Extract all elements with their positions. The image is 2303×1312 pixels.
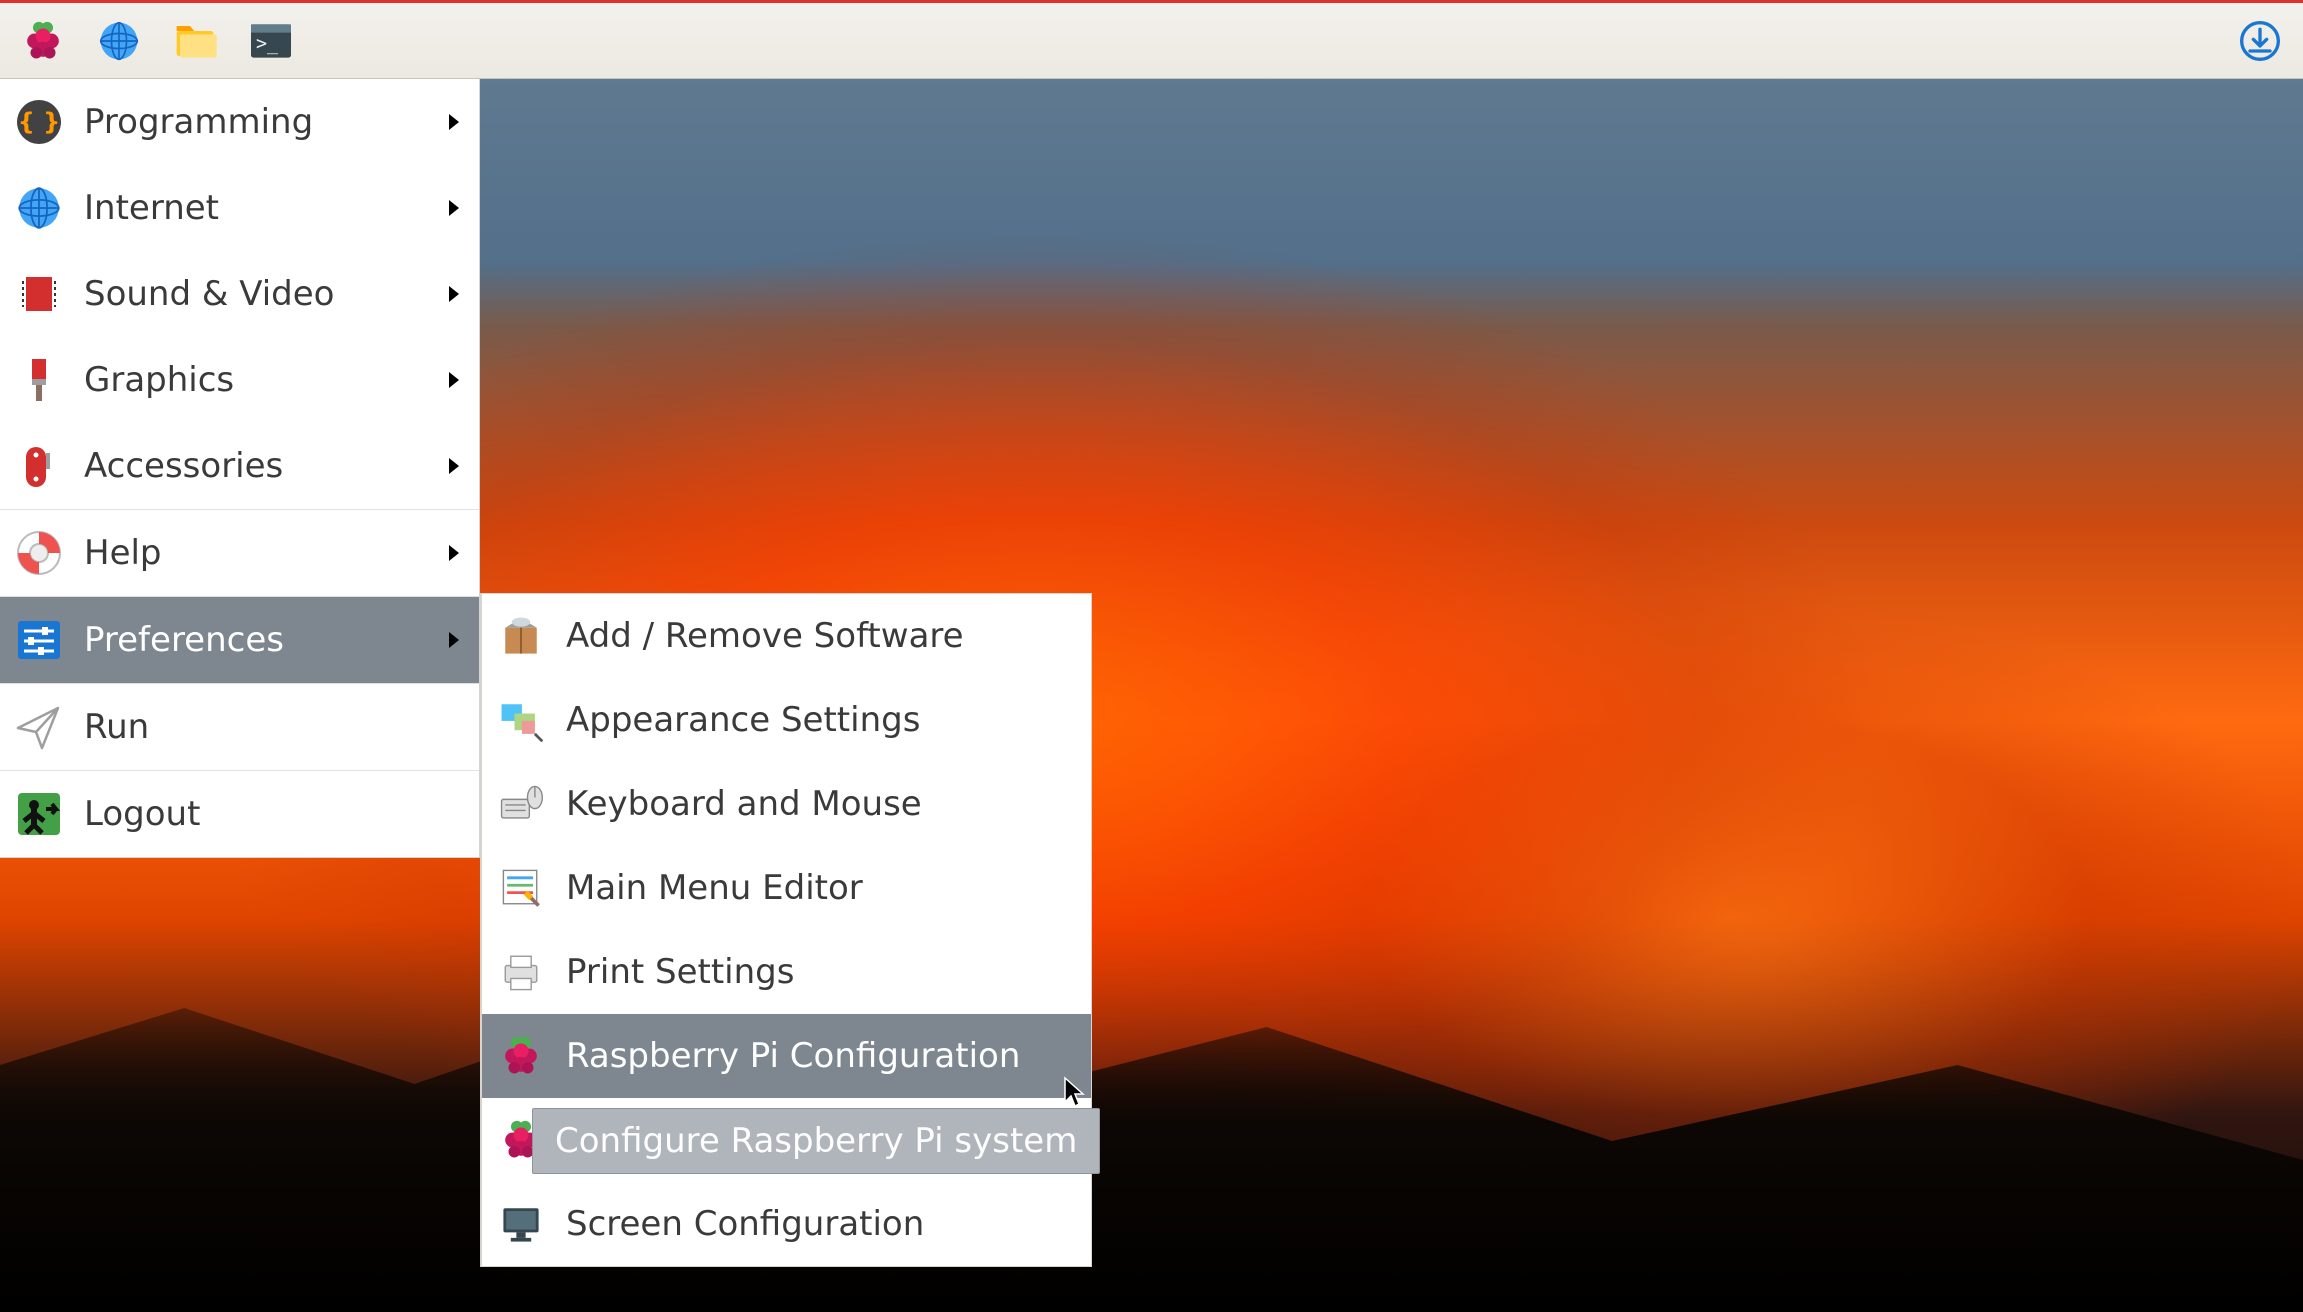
- taskbar: [0, 3, 2303, 79]
- clapper-icon: [12, 267, 66, 321]
- submenu-label: Main Menu Editor: [566, 868, 863, 908]
- menu-item-internet[interactable]: Internet: [0, 165, 479, 251]
- menu-item-help[interactable]: Help: [0, 510, 479, 596]
- menu-item-accessories[interactable]: Accessories: [0, 423, 479, 509]
- menu-label: Logout: [84, 794, 200, 834]
- sliders-icon: [12, 613, 66, 667]
- globe-icon: [12, 181, 66, 235]
- submenu-item-appearance-settings[interactable]: Appearance Settings: [482, 678, 1091, 762]
- menu-item-programming[interactable]: Programming: [0, 79, 479, 165]
- submenu-item-main-menu-editor[interactable]: Main Menu Editor: [482, 846, 1091, 930]
- menu-editor-icon: [496, 863, 546, 913]
- menu-label: Graphics: [84, 360, 234, 400]
- file-manager-launcher[interactable]: [160, 11, 230, 71]
- download-icon: [2235, 16, 2285, 66]
- chevron-right-icon: [445, 543, 465, 563]
- raspberry-icon: [496, 1031, 546, 1081]
- paperplane-icon: [12, 700, 66, 754]
- menu-item-graphics[interactable]: Graphics: [0, 337, 479, 423]
- printer-icon: [496, 947, 546, 997]
- wallpaper-silhouette: [0, 932, 2303, 1312]
- submenu-item-keyboard-mouse[interactable]: Keyboard and Mouse: [482, 762, 1091, 846]
- menu-label: Internet: [84, 188, 219, 228]
- chevron-right-icon: [445, 284, 465, 304]
- exit-icon: [12, 787, 66, 841]
- tooltip: Configure Raspberry Pi system: [532, 1108, 1100, 1174]
- menu-item-run[interactable]: Run: [0, 684, 479, 770]
- top-red-bar: [0, 0, 2303, 3]
- chevron-right-icon: [445, 370, 465, 390]
- menu-item-logout[interactable]: Logout: [0, 771, 479, 857]
- submenu-item-screen-configuration[interactable]: Screen Configuration: [482, 1182, 1091, 1266]
- submenu-label: Raspberry Pi Configuration: [566, 1036, 1020, 1076]
- menu-item-preferences[interactable]: Preferences: [0, 597, 479, 683]
- package-icon: [496, 611, 546, 661]
- submenu-label: Keyboard and Mouse: [566, 784, 922, 824]
- code-icon: [12, 95, 66, 149]
- web-browser-launcher[interactable]: [84, 11, 154, 71]
- mouse-cursor: [1063, 1076, 1087, 1108]
- monitor-icon: [496, 1199, 546, 1249]
- raspberry-icon: [18, 16, 68, 66]
- app-menu-button[interactable]: [8, 11, 78, 71]
- folder-icon: [170, 16, 220, 66]
- keyboard-mouse-icon: [496, 779, 546, 829]
- menu-item-sound-video[interactable]: Sound & Video: [0, 251, 479, 337]
- menu-label: Help: [84, 533, 162, 573]
- chevron-right-icon: [445, 112, 465, 132]
- menu-label: Run: [84, 707, 149, 747]
- chevron-right-icon: [445, 456, 465, 476]
- paintbrush-icon: [12, 353, 66, 407]
- chevron-right-icon: [445, 630, 465, 650]
- globe-icon: [94, 16, 144, 66]
- submenu-item-raspberry-pi-configuration[interactable]: Raspberry Pi Configuration: [482, 1014, 1091, 1098]
- menu-label: Programming: [84, 102, 313, 142]
- swiss-knife-icon: [12, 439, 66, 493]
- submenu-label: Add / Remove Software: [566, 616, 964, 656]
- lifebuoy-icon: [12, 526, 66, 580]
- terminal-icon: [246, 16, 296, 66]
- submenu-label: Screen Configuration: [566, 1204, 924, 1244]
- submenu-label: Print Settings: [566, 952, 794, 992]
- submenu-item-print-settings[interactable]: Print Settings: [482, 930, 1091, 1014]
- chevron-right-icon: [445, 198, 465, 218]
- terminal-launcher[interactable]: [236, 11, 306, 71]
- application-menu: Programming Internet Sound & Video Graph…: [0, 79, 480, 858]
- menu-label: Accessories: [84, 446, 283, 486]
- menu-label: Preferences: [84, 620, 284, 660]
- menu-label: Sound & Video: [84, 274, 334, 314]
- submenu-item-add-remove-software[interactable]: Add / Remove Software: [482, 594, 1091, 678]
- submenu-label: Appearance Settings: [566, 700, 920, 740]
- download-indicator[interactable]: [2225, 11, 2295, 71]
- appearance-icon: [496, 695, 546, 745]
